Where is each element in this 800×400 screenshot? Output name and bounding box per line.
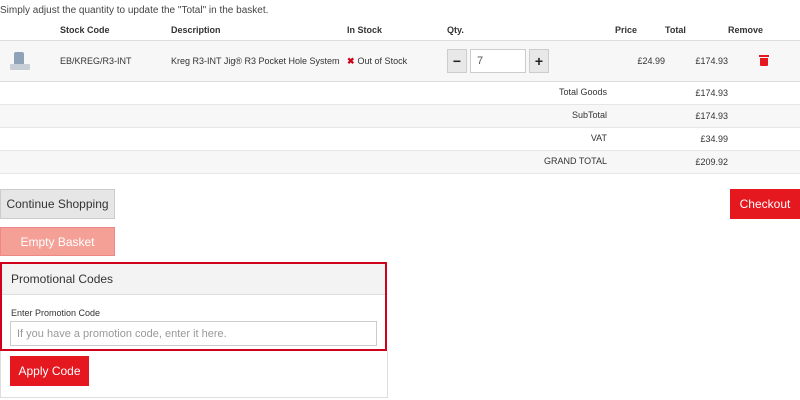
summary-value: £174.93 (665, 81, 728, 105)
col-in-stock: In Stock (347, 25, 383, 35)
apply-code-button[interactable]: Apply Code (10, 356, 89, 386)
col-total: Total (665, 25, 686, 35)
summary-label: VAT (590, 133, 607, 143)
product-thumbnail-icon[interactable] (8, 50, 32, 72)
summary-label: Total Goods (558, 87, 607, 97)
promo-panel-title: Promotional Codes (2, 264, 385, 295)
qty-input[interactable]: 7 (470, 49, 526, 73)
col-stock-code: Stock Code (60, 25, 110, 35)
item-total: £174.93 (665, 40, 728, 82)
col-qty: Qty. (447, 25, 464, 35)
continue-shopping-button[interactable]: Continue Shopping (0, 189, 115, 219)
trash-icon[interactable] (759, 54, 769, 66)
x-mark-icon: ✖ (347, 55, 355, 66)
summary-label: GRAND TOTAL (543, 156, 607, 166)
col-remove: Remove (728, 25, 764, 35)
qty-increase-button[interactable]: + (529, 49, 549, 73)
summary-row-subtotal: £174.93 (0, 104, 800, 128)
stock-status: Out of Stock (357, 55, 408, 66)
summary-value: £174.93 (665, 104, 728, 128)
item-stock-code: EB/KREG/R3-INT (60, 40, 171, 82)
summary-row-grand-total: £209.92 (0, 150, 800, 174)
empty-basket-button[interactable]: Empty Basket (0, 227, 115, 256)
quantity-stepper: − 7 + (447, 49, 615, 73)
summary-row-vat: £34.99 (0, 127, 800, 151)
summary-value: £34.99 (665, 127, 728, 151)
summary-row-total-goods: £174.93 (0, 81, 800, 105)
checkout-button[interactable]: Checkout (730, 189, 800, 219)
summary-label: SubTotal (571, 110, 607, 120)
col-price: Price (615, 25, 638, 35)
basket-table: Stock Code Description In Stock Qty. Pri… (0, 20, 800, 174)
basket-instructions: Simply adjust the quantity to update the… (0, 5, 269, 16)
qty-decrease-button[interactable]: − (447, 49, 467, 73)
promo-code-panel: Promotional Codes Enter Promotion Code (0, 262, 387, 351)
promo-code-label: Enter Promotion Code (11, 308, 101, 318)
table-row: EB/KREG/R3-INT Kreg R3-INT Jig® R3 Pocke… (0, 40, 800, 82)
table-header-row: Stock Code Description In Stock Qty. Pri… (0, 20, 800, 41)
item-price: £24.99 (615, 40, 665, 82)
item-description[interactable]: Kreg R3-INT Jig® R3 Pocket Hole System (171, 40, 347, 82)
promo-code-input[interactable] (10, 321, 377, 346)
summary-value: £209.92 (665, 150, 728, 174)
col-description: Description (171, 25, 221, 35)
